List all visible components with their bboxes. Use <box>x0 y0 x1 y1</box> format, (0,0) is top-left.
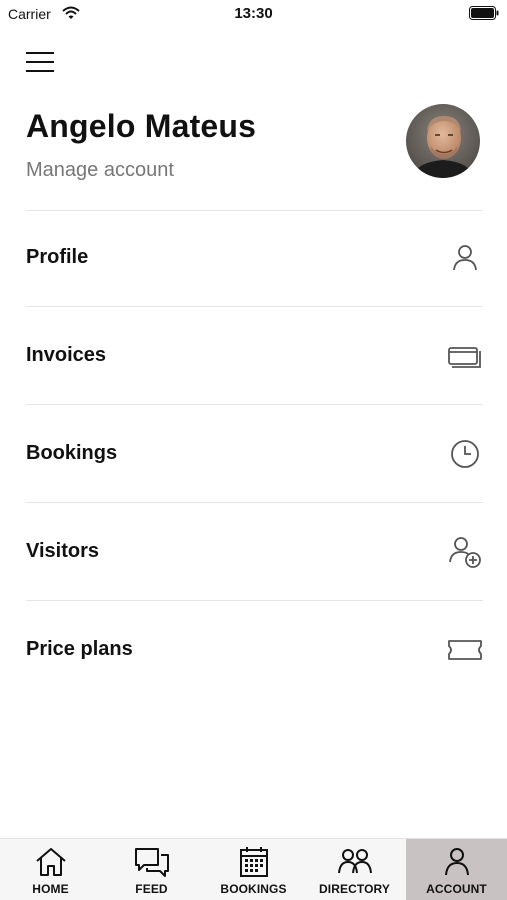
hamburger-menu-button[interactable] <box>22 48 60 78</box>
menu-item-label: Price plans <box>26 638 133 660</box>
status-bar: Carrier 13:30 <box>0 0 507 30</box>
account-header: Angelo Mateus Manage account <box>26 108 386 182</box>
menu-divider <box>26 404 483 405</box>
menu-divider <box>26 306 483 307</box>
bottom-tab-bar: HOME FEED BOOKINGS DIRECTORY ACCOUNT <box>0 838 507 900</box>
tab-directory[interactable]: DIRECTORY <box>304 839 405 900</box>
hamburger-line <box>26 70 54 72</box>
tab-account[interactable]: ACCOUNT <box>406 839 507 900</box>
tab-label: FEED <box>135 882 168 896</box>
user-name: Angelo Mateus <box>26 108 257 144</box>
hamburger-line <box>26 52 54 54</box>
ticket-icon <box>448 640 482 660</box>
people-icon <box>337 849 372 874</box>
menu-divider <box>26 600 483 601</box>
menu-item-invoices[interactable]: Invoices <box>26 308 483 405</box>
avatar-photo <box>406 104 480 178</box>
menu-item-label: Bookings <box>26 442 118 464</box>
menu-item-visitors[interactable]: Visitors <box>26 504 483 601</box>
calendar-icon <box>239 847 268 877</box>
tab-label: ACCOUNT <box>426 882 487 896</box>
manage-account-link[interactable]: Manage account <box>26 159 174 182</box>
status-time: 13:30 <box>234 5 273 22</box>
person-icon <box>453 245 477 271</box>
tab-home[interactable]: HOME <box>0 839 101 900</box>
chat-icon <box>134 848 169 877</box>
menu-divider <box>26 502 483 503</box>
avatar[interactable] <box>406 104 480 178</box>
menu-item-label: Visitors <box>26 540 99 562</box>
person-icon <box>444 848 469 876</box>
menu-item-bookings[interactable]: Bookings <box>26 406 483 503</box>
tab-feed[interactable]: FEED <box>101 839 202 900</box>
hamburger-line <box>26 61 54 63</box>
menu-item-label: Profile <box>26 246 89 268</box>
tab-label: HOME <box>32 882 69 896</box>
home-icon <box>35 848 66 876</box>
battery-icon <box>469 6 499 20</box>
tab-bookings[interactable]: BOOKINGS <box>203 839 304 900</box>
menu-item-price-plans[interactable]: Price plans <box>26 602 483 699</box>
clock-icon <box>451 440 479 468</box>
cards-icon <box>448 347 481 368</box>
menu-item-profile[interactable]: Profile <box>26 210 483 307</box>
tab-label: DIRECTORY <box>319 882 390 896</box>
menu-item-label: Invoices <box>26 344 107 366</box>
tab-label: BOOKINGS <box>220 882 287 896</box>
add-person-icon <box>449 537 481 568</box>
